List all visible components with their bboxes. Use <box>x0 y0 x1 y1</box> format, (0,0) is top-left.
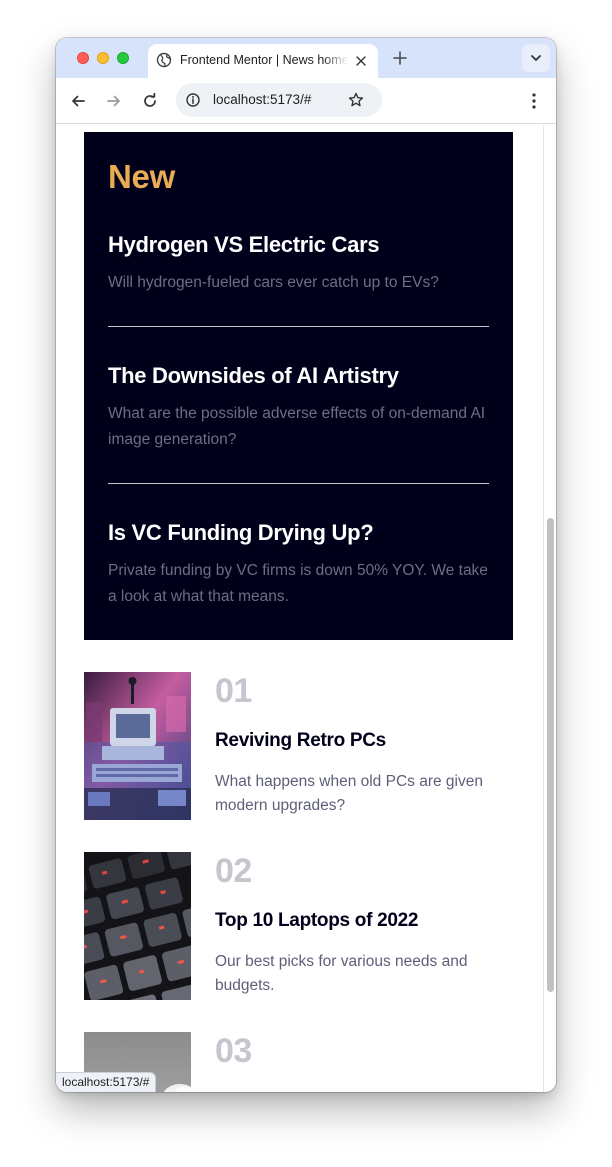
browser-tab[interactable]: Frontend Mentor | News homepage <box>148 44 378 78</box>
chevron-down-icon <box>531 55 541 61</box>
ranked-article-title[interactable]: Top 10 Laptops of 2022 <box>215 910 418 932</box>
new-article: The Downsides of AI Artistry What are th… <box>108 363 489 453</box>
new-article-description: What are the possible adverse effects of… <box>108 405 486 449</box>
tab-title: Frontend Mentor | News homepage <box>180 53 348 67</box>
forward-arrow-icon[interactable] <box>106 93 122 109</box>
close-window-button[interactable] <box>77 52 89 64</box>
page-viewport: New Hydrogen VS Electric Cars Will hydro… <box>56 125 543 1092</box>
ranked-article-title[interactable]: Reviving Retro PCs <box>215 730 386 752</box>
maximize-window-button[interactable] <box>117 52 129 64</box>
link-status-bubble: localhost:5173/# <box>56 1072 157 1092</box>
divider <box>108 483 489 484</box>
reload-icon[interactable] <box>142 93 158 109</box>
new-article: Is VC Funding Drying Up? Private funding… <box>108 520 489 610</box>
tab-strip: Frontend Mentor | News homepage <box>56 38 556 78</box>
rank-number: 01 <box>215 672 252 710</box>
back-arrow-icon[interactable] <box>70 93 86 109</box>
laptop-keyboard-thumbnail <box>84 852 191 1000</box>
ranked-article: 01 Reviving Retro PCs What happens when … <box>84 672 513 822</box>
new-article-description: Will hydrogen-fueled cars ever catch up … <box>108 274 439 292</box>
new-article-title[interactable]: Hydrogen VS Electric Cars <box>108 232 489 258</box>
rank-number: 02 <box>215 852 252 890</box>
scrollbar-thumb[interactable] <box>547 518 554 992</box>
new-article: Hydrogen VS Electric Cars Will hydrogen-… <box>108 232 489 296</box>
more-menu-icon[interactable] <box>526 92 542 110</box>
new-article-description: Private funding by VC firms is down 50% … <box>108 562 488 606</box>
close-tab-icon[interactable] <box>356 56 366 66</box>
tab-search-button[interactable] <box>522 44 550 72</box>
ranked-article-description: Our best picks for various needs and bud… <box>215 953 468 994</box>
minimize-window-button[interactable] <box>97 52 109 64</box>
ranked-article: 02 Top 10 Laptops of 2022 Our best picks… <box>84 852 513 1002</box>
retro-pcs-thumbnail <box>84 672 191 820</box>
site-info-icon[interactable] <box>186 93 200 107</box>
divider <box>108 326 489 327</box>
browser-toolbar: localhost:5173/# <box>56 78 556 124</box>
new-section-heading: New <box>108 158 175 195</box>
rank-number: 03 <box>215 1032 252 1070</box>
new-article-title[interactable]: The Downsides of AI Artistry <box>108 363 489 389</box>
page-scrollbar[interactable] <box>543 125 556 1092</box>
url-text: localhost:5173/# <box>213 92 312 107</box>
address-bar[interactable]: localhost:5173/# <box>176 83 382 117</box>
new-section: New Hydrogen VS Electric Cars Will hydro… <box>84 132 513 640</box>
globe-icon <box>156 52 172 68</box>
new-tab-icon[interactable] <box>393 51 407 65</box>
new-article-title[interactable]: Is VC Funding Drying Up? <box>108 520 489 546</box>
browser-window: Frontend Mentor | News homepage <box>56 38 556 1092</box>
bookmark-star-icon[interactable] <box>348 92 364 108</box>
ranked-article-description: What happens when old PCs are given mode… <box>215 773 483 814</box>
